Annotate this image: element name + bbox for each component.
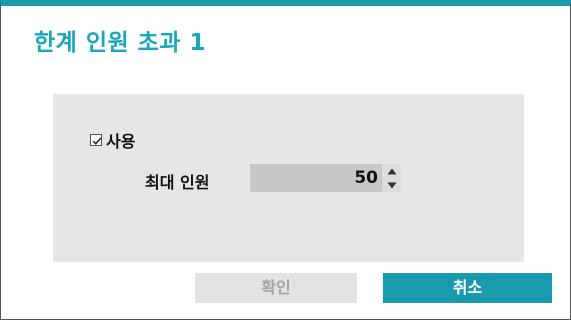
max-people-label: 최대 인원 — [145, 173, 210, 192]
use-checkbox-row[interactable]: 사용 — [90, 128, 135, 152]
check-icon — [92, 137, 102, 145]
dialog-title: 한계 인원 초과 1 — [34, 30, 206, 56]
dialog: 한계 인원 초과 1 사용 최대 인원 50 확인 취소 — [0, 0, 571, 320]
cancel-button[interactable]: 취소 — [383, 273, 552, 303]
use-checkbox[interactable] — [90, 134, 102, 146]
spinner-down-button[interactable] — [382, 178, 401, 192]
arrow-down-icon — [387, 182, 396, 188]
use-checkbox-label: 사용 — [106, 132, 136, 151]
spinner-buttons — [382, 164, 401, 192]
max-people-spinner[interactable]: 50 — [250, 164, 401, 192]
ok-button[interactable]: 확인 — [195, 273, 357, 303]
spinner-up-button[interactable] — [382, 164, 401, 178]
settings-panel: 사용 최대 인원 50 — [53, 94, 524, 262]
arrow-up-icon — [387, 168, 396, 174]
max-people-value[interactable]: 50 — [250, 164, 382, 192]
